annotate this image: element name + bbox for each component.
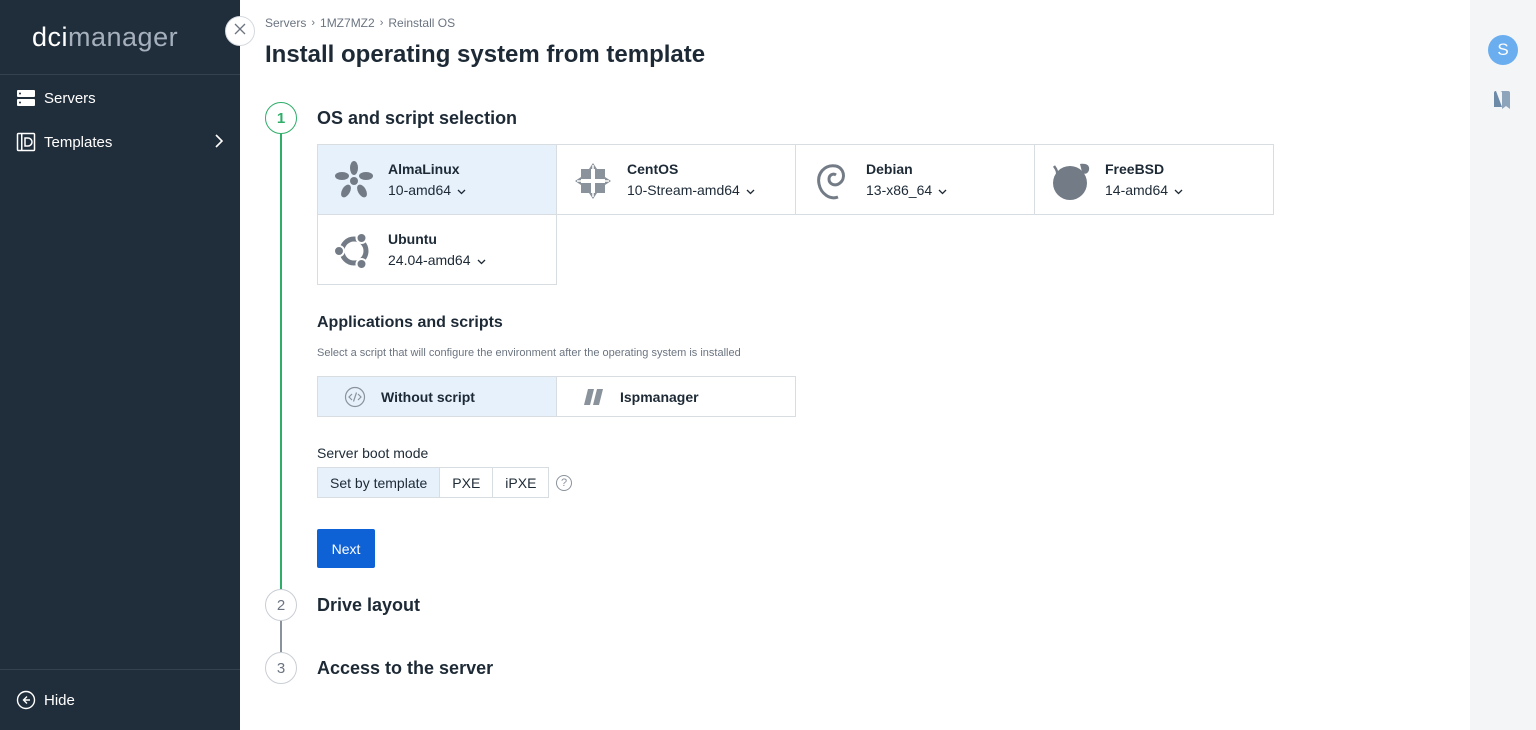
collapse-icon <box>16 690 36 710</box>
step-2-number[interactable]: 2 <box>265 589 297 621</box>
os-card-almalinux[interactable]: AlmaLinux 10-amd64 <box>317 144 557 215</box>
avatar[interactable]: S <box>1488 35 1518 65</box>
step-1-title: OS and script selection <box>317 108 518 128</box>
chevron-right-icon <box>214 134 224 152</box>
os-name: CentOS <box>627 161 679 177</box>
os-version: 14-amd64 <box>1105 182 1169 198</box>
os-version-dropdown[interactable]: 14-amd64 <box>1105 182 1183 198</box>
hide-label: Hide <box>44 691 75 709</box>
os-version-dropdown[interactable]: 10-amd64 <box>388 182 466 198</box>
os-name: AlmaLinux <box>388 161 460 177</box>
docs-bookmark-icon[interactable] <box>1494 90 1512 115</box>
os-version-dropdown[interactable]: 10-Stream-amd64 <box>627 182 755 198</box>
freebsd-icon <box>1049 159 1093 203</box>
sidebar: dci manager Servers Templates Hide <box>0 0 240 730</box>
server-icon <box>16 88 36 108</box>
step-connector <box>280 620 282 652</box>
chevron-right-icon: › <box>379 17 384 29</box>
sidebar-item-label: Templates <box>44 133 113 151</box>
sidebar-item-templates[interactable]: Templates <box>0 120 240 164</box>
script-option-without-script[interactable]: Without script <box>317 376 557 417</box>
help-icon[interactable]: ? <box>556 475 572 491</box>
right-rail: S <box>1470 0 1536 730</box>
os-name: Debian <box>866 161 913 177</box>
os-card-ubuntu[interactable]: Ubuntu 24.04-amd64 <box>317 214 557 285</box>
chevron-down-icon <box>746 182 755 198</box>
code-icon <box>343 385 367 409</box>
os-name: FreeBSD <box>1105 161 1165 177</box>
step-2-title[interactable]: Drive layout <box>317 595 420 616</box>
step-3-number[interactable]: 3 <box>265 652 297 684</box>
os-name: Ubuntu <box>388 231 437 247</box>
hide-sidebar-button[interactable]: Hide <box>0 669 240 730</box>
template-icon <box>16 132 36 152</box>
boot-mode-label: Server boot mode <box>317 445 429 461</box>
step-3-title[interactable]: Access to the server <box>317 658 493 679</box>
os-version: 10-amd64 <box>388 182 452 198</box>
script-option-ispmanager[interactable]: Ispmanager <box>556 376 796 417</box>
chevron-down-icon <box>457 182 466 198</box>
centos-icon <box>571 159 615 203</box>
almalinux-icon <box>332 159 376 203</box>
ubuntu-icon <box>332 229 376 273</box>
app-logo[interactable]: dci manager <box>0 0 240 75</box>
boot-mode-pxe[interactable]: PXE <box>439 467 494 498</box>
sidebar-item-label: Servers <box>44 89 96 107</box>
chevron-down-icon <box>938 182 947 198</box>
breadcrumb-current: Reinstall OS <box>388 16 456 30</box>
sidebar-item-servers[interactable]: Servers <box>0 76 240 120</box>
scripts-section-description: Select a script that will configure the … <box>317 347 741 359</box>
script-label: Without script <box>381 388 475 405</box>
script-label: Ispmanager <box>620 388 699 405</box>
chevron-right-icon: › <box>311 17 316 29</box>
close-icon <box>234 22 246 40</box>
os-card-freebsd[interactable]: FreeBSD 14-amd64 <box>1034 144 1274 215</box>
chevron-down-icon <box>477 252 486 268</box>
ispmanager-icon <box>582 385 606 409</box>
close-sidebar-button[interactable] <box>225 16 255 46</box>
debian-icon <box>810 159 854 203</box>
os-version-dropdown[interactable]: 13-x86_64 <box>866 182 947 198</box>
boot-mode-set-by-template[interactable]: Set by template <box>317 467 441 498</box>
os-version: 10-Stream-amd64 <box>627 182 740 198</box>
breadcrumb-server[interactable]: 1MZ7MZ2 <box>320 16 375 30</box>
boot-mode-selector: Set by template PXE iPXE <box>317 467 550 498</box>
boot-mode-ipxe[interactable]: iPXE <box>492 467 550 498</box>
chevron-down-icon <box>1174 182 1183 198</box>
os-card-centos[interactable]: CentOS 10-Stream-amd64 <box>556 144 796 215</box>
breadcrumb: Servers › 1MZ7MZ2 › Reinstall OS <box>265 16 455 30</box>
step-1-number: 1 <box>265 102 297 134</box>
step-connector-active <box>280 134 282 590</box>
os-card-debian[interactable]: Debian 13-x86_64 <box>795 144 1035 215</box>
os-version-dropdown[interactable]: 24.04-amd64 <box>388 252 486 268</box>
os-version: 13-x86_64 <box>866 182 933 198</box>
breadcrumb-servers[interactable]: Servers <box>265 16 306 30</box>
os-version: 24.04-amd64 <box>388 252 471 268</box>
page-title: Install operating system from template <box>265 41 706 68</box>
scripts-section-title: Applications and scripts <box>317 314 503 331</box>
next-button[interactable]: Next <box>317 529 375 568</box>
